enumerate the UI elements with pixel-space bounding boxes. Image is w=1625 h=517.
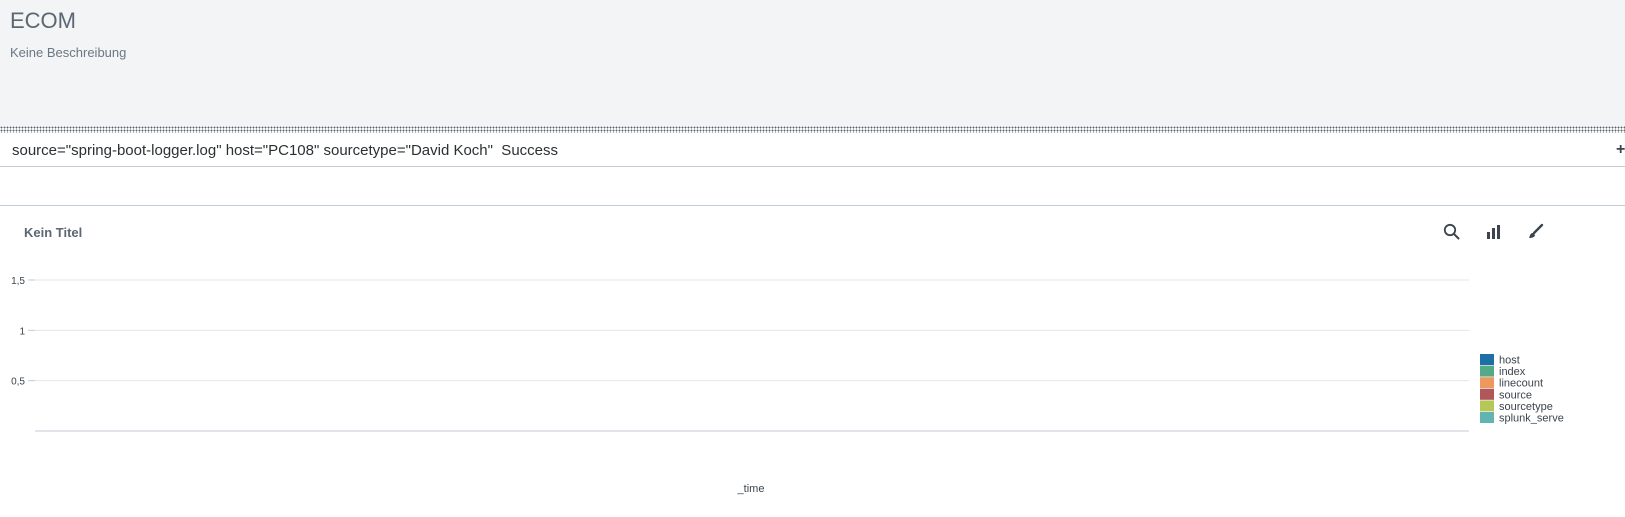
legend-swatch[interactable] [1480,377,1494,389]
search-query-text[interactable]: source="spring-boot-logger.log" host="PC… [12,142,558,159]
legend-label[interactable]: source [1499,389,1532,401]
legend-swatch[interactable] [1480,388,1494,400]
y-tick-label: 1 [19,326,25,337]
panel-drag-handle[interactable] [0,126,1625,133]
plus-icon[interactable]: + [1616,141,1625,159]
legend-swatch[interactable] [1480,354,1494,365]
legend-swatch[interactable] [1480,400,1494,412]
chart-panel: Kein Titel 15:4715:4815:4915:5015:5115:5… [0,206,1625,517]
search-query-panel: source="spring-boot-logger.log" host="PC… [0,134,1625,167]
y-tick-label: 0,5 [11,377,25,388]
legend-label[interactable]: linecount [1499,378,1543,390]
dashboard-title: ECOM [10,8,76,33]
dashboard-header: ECOM Keine Beschreibung [0,0,1625,126]
legend-swatch[interactable] [1480,412,1494,423]
x-axis-title: _time [737,483,765,495]
empty-results-row [0,167,1625,206]
legend-swatch[interactable] [1480,365,1494,377]
linecount-chart: 15:4715:4815:4915:5015:5115:5215:5315:54… [11,276,1564,495]
legend-label[interactable]: sourcetype [1499,401,1553,413]
dashboard-description: Keine Beschreibung [10,45,127,60]
legend-label[interactable]: host [1499,355,1520,367]
legend-label[interactable]: splunk_serve [1499,413,1564,425]
legend-label[interactable]: index [1499,366,1526,378]
y-tick-label: 1,5 [11,276,25,287]
